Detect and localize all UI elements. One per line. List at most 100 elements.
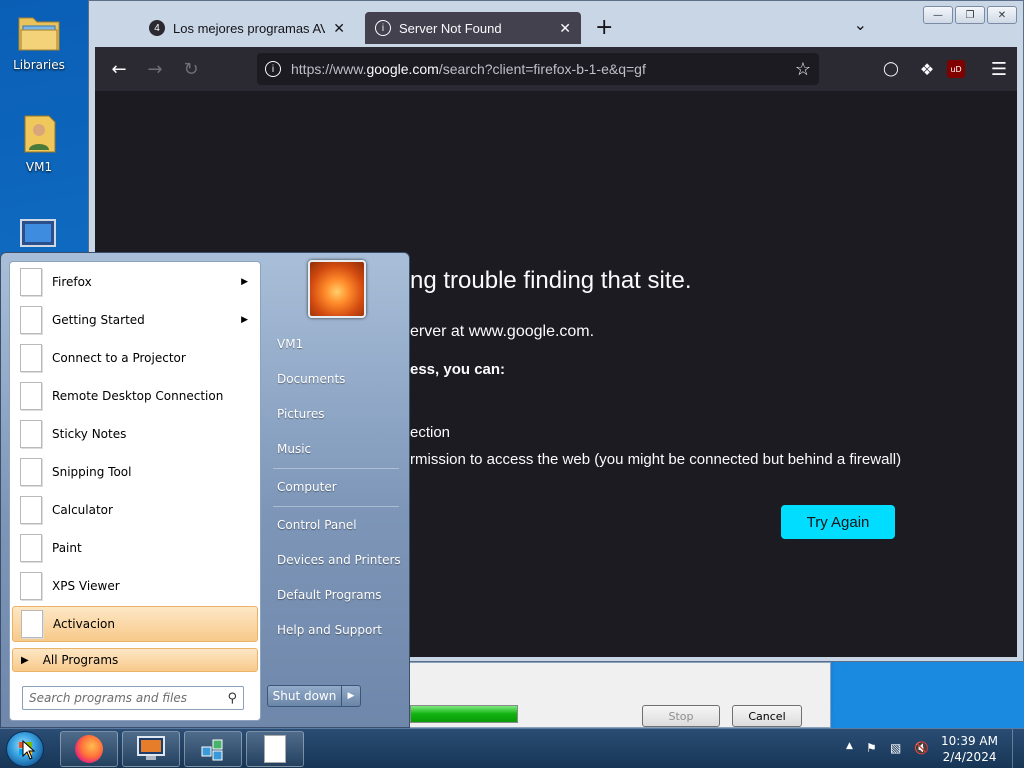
back-button[interactable]: ← — [103, 53, 135, 85]
desktop-icon-label: Libraries — [13, 58, 65, 72]
window-caption-buttons: — ❐ ✕ — [923, 6, 1017, 24]
taskbar-network-app-button[interactable] — [184, 731, 242, 767]
stop-button[interactable]: Stop — [642, 705, 720, 727]
close-window-button[interactable]: ✕ — [987, 6, 1017, 24]
tab-title: Server Not Found — [399, 20, 502, 36]
program-item-remote-desktop[interactable]: Remote Desktop Connection — [12, 378, 258, 414]
document-icon — [20, 496, 42, 524]
shutdown-options-arrow-icon[interactable]: ▶ — [342, 686, 360, 706]
ublock-origin-icon[interactable]: uD — [947, 60, 965, 78]
start-menu: Firefox ▶ Getting Started ▶ Connect to a P… — [0, 252, 410, 728]
document-icon — [20, 306, 42, 334]
app-menu-button[interactable]: ☰ — [983, 53, 1015, 85]
desktop-background — [834, 662, 1024, 728]
try-again-button[interactable]: Try Again — [781, 505, 895, 539]
right-item-control-panel[interactable]: Control Panel — [267, 511, 401, 539]
show-hidden-icons-button[interactable]: ▲ — [846, 741, 853, 751]
user-picture-avatar[interactable] — [308, 260, 366, 318]
tab-strip: 4 Los mejores programas AVS4YO ✕ i Serve… — [95, 9, 913, 45]
url-bar[interactable]: i https://www. google.com/search?client=f… — [257, 53, 819, 85]
menu-separator — [273, 468, 399, 469]
taskbar-firefox-button[interactable] — [60, 731, 118, 767]
cancel-button[interactable]: Cancel — [732, 705, 802, 727]
firefox-icon — [75, 735, 103, 763]
right-item-devices-printers[interactable]: Devices and Printers — [267, 546, 401, 574]
restore-button[interactable]: ❐ — [955, 6, 985, 24]
site-favicon-icon: 4 — [149, 20, 165, 36]
program-label: Firefox — [52, 275, 92, 289]
program-label: Connect to a Projector — [52, 351, 186, 365]
reload-button[interactable]: ↻ — [175, 53, 207, 85]
show-desktop-button[interactable] — [1012, 729, 1024, 768]
taskbar-document-button[interactable] — [246, 731, 304, 767]
network-cubes-icon — [201, 739, 223, 761]
program-label: Activacion — [53, 617, 115, 631]
start-search-input[interactable]: Search programs and files ⚲ — [22, 686, 244, 710]
extensions-button[interactable]: ❖ — [911, 53, 943, 85]
tab-close-icon[interactable]: ✕ — [333, 20, 345, 37]
url-path: /search?client=firefox-b-1-e&q=gf — [438, 61, 646, 77]
program-label: Getting Started — [52, 313, 145, 327]
right-item-music[interactable]: Music — [267, 435, 401, 463]
system-clock[interactable]: 10:39 AM 2/4/2024 — [941, 733, 998, 765]
right-item-pictures[interactable]: Pictures — [267, 400, 401, 428]
taskbar-remote-desktop-button[interactable] — [122, 731, 180, 767]
new-tab-button[interactable]: + — [595, 15, 613, 40]
error-heading: ng trouble finding that site. — [410, 267, 692, 294]
desktop-icon-vm1[interactable]: VM1 — [6, 110, 72, 174]
plus-icon: + — [595, 15, 614, 40]
program-item-getting-started[interactable]: Getting Started ▶ — [12, 302, 258, 338]
program-item-xps-viewer[interactable]: XPS Viewer — [12, 568, 258, 604]
forward-button[interactable]: → — [139, 53, 171, 85]
document-icon — [20, 420, 42, 448]
mouse-cursor-icon — [22, 740, 36, 760]
list-all-tabs-button[interactable]: ⌄ — [854, 15, 867, 34]
right-item-user-folder[interactable]: VM1 — [267, 330, 401, 358]
close-icon: ✕ — [997, 9, 1007, 21]
right-item-default-programs[interactable]: Default Programs — [267, 581, 401, 609]
programs-pane: Firefox ▶ Getting Started ▶ Connect to a P… — [9, 261, 261, 721]
minimize-icon: — — [933, 9, 943, 21]
site-info-icon[interactable]: i — [265, 61, 281, 77]
progress-bar — [410, 705, 518, 723]
program-label: XPS Viewer — [52, 579, 120, 593]
document-icon — [20, 458, 42, 486]
document-icon — [20, 344, 42, 372]
document-icon — [20, 534, 42, 562]
network-icon[interactable]: ▧ — [890, 741, 901, 755]
document-icon — [20, 268, 42, 296]
triangle-right-icon: ▶ — [21, 654, 29, 666]
program-item-snipping-tool[interactable]: Snipping Tool — [12, 454, 258, 490]
progress-bar-fill — [411, 706, 517, 722]
document-icon — [21, 610, 43, 638]
tab-title: Los mejores programas AVS4YO — [173, 20, 326, 36]
submenu-arrow-icon: ▶ — [241, 277, 248, 287]
shutdown-label: Shut down — [268, 686, 342, 706]
right-item-documents[interactable]: Documents — [267, 365, 401, 393]
tab-server-not-found[interactable]: i Server Not Found ✕ — [365, 12, 581, 44]
restore-icon: ❐ — [965, 9, 975, 21]
monitor-icon — [137, 736, 165, 760]
shutdown-button[interactable]: Shut down ▶ — [267, 685, 361, 707]
tab-close-icon[interactable]: ✕ — [559, 20, 571, 37]
tab-los-mejores-programas[interactable]: 4 Los mejores programas AVS4YO ✕ — [139, 12, 355, 44]
program-item-sticky-notes[interactable]: Sticky Notes — [12, 416, 258, 452]
program-item-activacion[interactable]: Activacion — [12, 606, 258, 642]
desktop-icon-libraries[interactable]: Libraries — [6, 8, 72, 72]
pocket-button[interactable]: ◯ — [875, 53, 907, 85]
bookmark-star-icon[interactable]: ☆ — [795, 59, 811, 80]
user-folder-icon — [15, 110, 63, 156]
search-placeholder: Search programs and files — [29, 691, 187, 705]
minimize-button[interactable]: — — [923, 6, 953, 24]
puzzle-icon: ❖ — [919, 59, 935, 79]
program-item-firefox[interactable]: Firefox ▶ — [12, 264, 258, 300]
program-item-calculator[interactable]: Calculator — [12, 492, 258, 528]
volume-muted-icon[interactable]: 🔇 — [914, 741, 929, 755]
program-item-connect-projector[interactable]: Connect to a Projector — [12, 340, 258, 376]
action-center-flag-icon[interactable]: ⚑ — [866, 741, 877, 755]
right-item-computer[interactable]: Computer — [267, 473, 401, 501]
search-icon: ⚲ — [227, 690, 237, 706]
right-item-help-support[interactable]: Help and Support — [267, 616, 401, 644]
all-programs-button[interactable]: ▶ All Programs — [12, 648, 258, 672]
program-item-paint[interactable]: Paint — [12, 530, 258, 566]
